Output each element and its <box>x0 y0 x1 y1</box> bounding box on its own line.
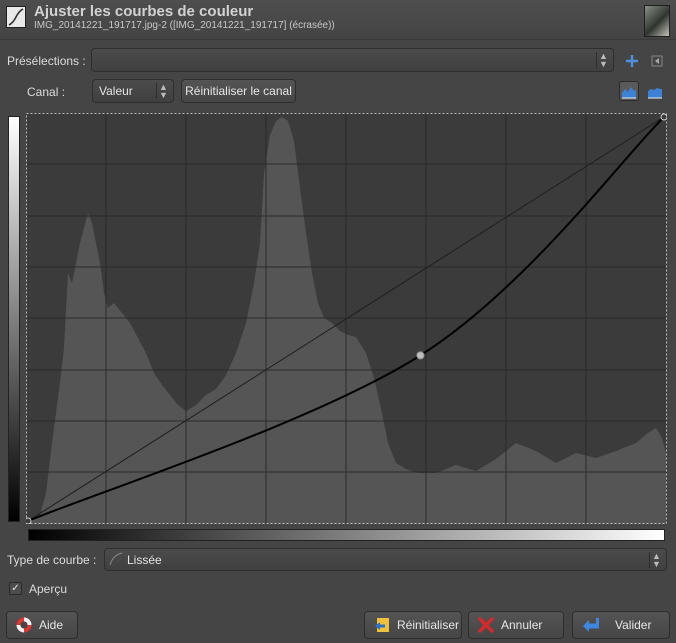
dialog-title: Ajuster les courbes de couleur <box>34 3 254 20</box>
add-preset-icon[interactable] <box>622 51 642 71</box>
vertical-gradient-bar <box>8 116 20 522</box>
horizontal-gradient-bar <box>28 529 665 541</box>
cancel-button[interactable]: Annuler <box>468 611 564 639</box>
presets-label: Présélections : <box>7 54 86 68</box>
combo-arrows-icon: ▲ ▼ <box>596 52 610 69</box>
channel-combo[interactable]: Valeur ▲ ▼ <box>92 79 174 103</box>
lifebuoy-icon <box>15 616 33 634</box>
log-histogram-icon[interactable] <box>645 81 665 101</box>
image-thumbnail <box>644 5 670 37</box>
enter-arrow-icon <box>581 616 599 634</box>
linear-histogram-icon[interactable] <box>619 81 639 101</box>
dialog-header: Ajuster les courbes de couleur IMG_20141… <box>0 0 676 40</box>
presets-combo[interactable]: ▲ ▼ <box>91 48 614 72</box>
help-label: Aide <box>39 618 64 632</box>
preset-menu-icon[interactable] <box>647 51 667 71</box>
curve-control-point[interactable] <box>660 113 667 121</box>
preview-checkbox[interactable]: ✓ <box>9 582 22 595</box>
curve-control-point[interactable] <box>416 351 425 360</box>
reset-icon <box>373 616 391 634</box>
reset-label: Réinitialiser <box>397 618 460 632</box>
dialog-subtitle: IMG_20141221_191717.jpg-2 ([IMG_20141221… <box>34 20 335 31</box>
cancel-x-icon <box>477 616 495 634</box>
curve-type-value: Lissée <box>127 553 162 567</box>
smooth-curve-icon <box>109 552 123 569</box>
combo-arrows-icon: ▲ ▼ <box>649 552 663 569</box>
cancel-label: Annuler <box>501 618 543 632</box>
help-button[interactable]: Aide <box>6 611 78 639</box>
curve-type-label: Type de courbe : <box>7 553 97 567</box>
channel-value: Valeur <box>99 84 133 98</box>
curve-graph[interactable] <box>26 113 667 524</box>
ok-label: Valider <box>615 618 652 632</box>
ok-button[interactable]: Valider <box>572 611 670 639</box>
curves-tool-icon <box>6 6 26 28</box>
channel-label: Canal : <box>27 85 66 99</box>
reset-channel-button[interactable]: Réinitialiser le canal <box>181 79 296 103</box>
preview-label: Aperçu <box>29 582 68 596</box>
curve-control-point[interactable] <box>26 517 32 524</box>
curve-type-combo[interactable]: Lissée ▲ ▼ <box>104 548 667 571</box>
combo-arrows-icon: ▲ ▼ <box>156 83 170 100</box>
reset-button[interactable]: Réinitialiser <box>364 611 462 639</box>
